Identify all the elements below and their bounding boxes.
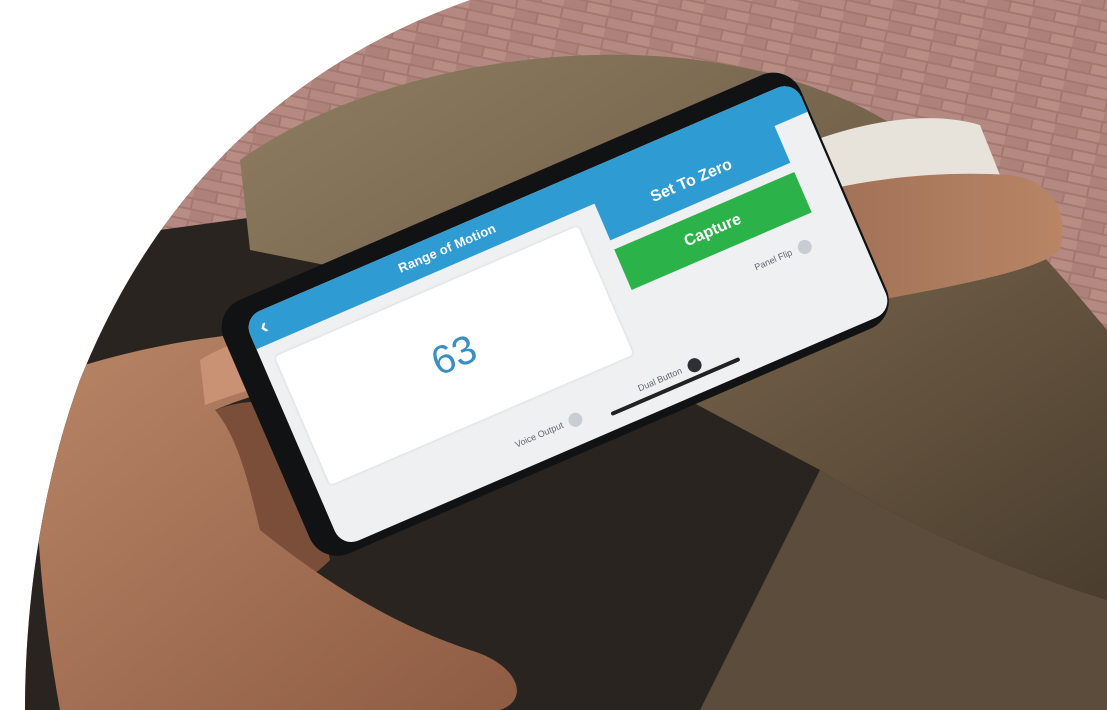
voice-output-label: Voice Output [513,419,565,450]
dual-button-label: Dual Button [636,365,684,394]
voice-output-toggle[interactable]: Voice Output [513,410,585,452]
toggle-on-icon [684,356,704,375]
panel-flip-label: Panel Flip [752,247,794,273]
toggle-off-icon [795,237,814,257]
toggle-off-icon [566,410,585,429]
panel-flip-toggle[interactable]: Panel Flip [752,237,814,275]
